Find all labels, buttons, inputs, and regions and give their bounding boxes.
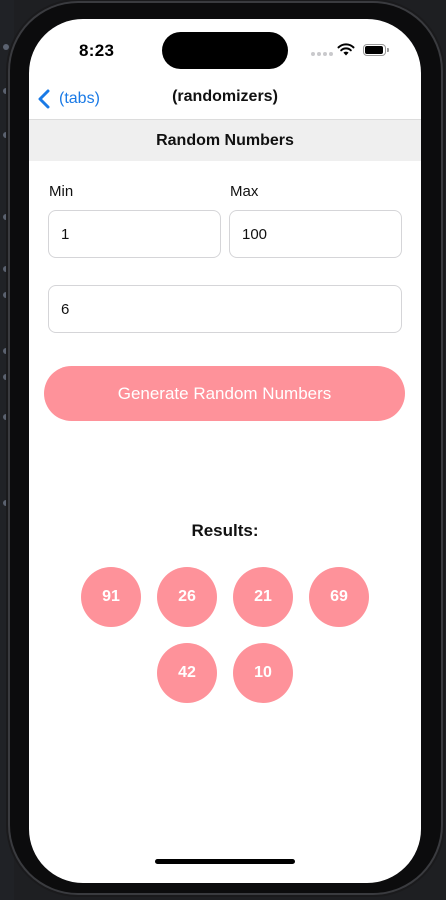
result-number: 69 [309, 567, 369, 627]
result-number: 10 [233, 643, 293, 703]
battery-icon [363, 44, 389, 56]
desktop-dot [3, 292, 9, 298]
desktop-dot [3, 214, 9, 220]
result-number: 21 [233, 567, 293, 627]
result-number: 26 [157, 567, 217, 627]
section-title: Random Numbers [156, 131, 294, 149]
desktop-dot [3, 348, 9, 354]
navigation-bar: (tabs) (randomizers) [29, 79, 421, 119]
desktop-dot [3, 132, 9, 138]
desktop-dot [3, 414, 9, 420]
count-input[interactable] [48, 285, 402, 333]
status-bar: 8:23 [29, 19, 421, 79]
max-label: Max [230, 183, 259, 200]
desktop-dot [3, 88, 9, 94]
min-input[interactable] [48, 210, 221, 258]
results-title: Results: [191, 521, 259, 540]
dynamic-island [162, 32, 288, 69]
nav-title: (randomizers) [172, 88, 278, 105]
section-header: Random Numbers [29, 119, 421, 161]
status-time: 8:23 [79, 41, 115, 60]
wifi-icon [337, 43, 355, 56]
desktop-dot [3, 374, 9, 380]
desktop-dot [3, 500, 9, 506]
result-number: 42 [157, 643, 217, 703]
min-label: Min [49, 183, 74, 200]
phone-screen: 8:23 (tabs) (randomizers) Random Numbers… [29, 19, 421, 883]
result-number: 91 [81, 567, 141, 627]
cell-signal-icon [311, 50, 333, 56]
generate-button[interactable]: Generate Random Numbers [44, 366, 405, 421]
desktop-dot [3, 44, 9, 50]
home-indicator[interactable] [155, 859, 295, 864]
max-input[interactable] [229, 210, 402, 258]
desktop-dot [3, 266, 9, 272]
